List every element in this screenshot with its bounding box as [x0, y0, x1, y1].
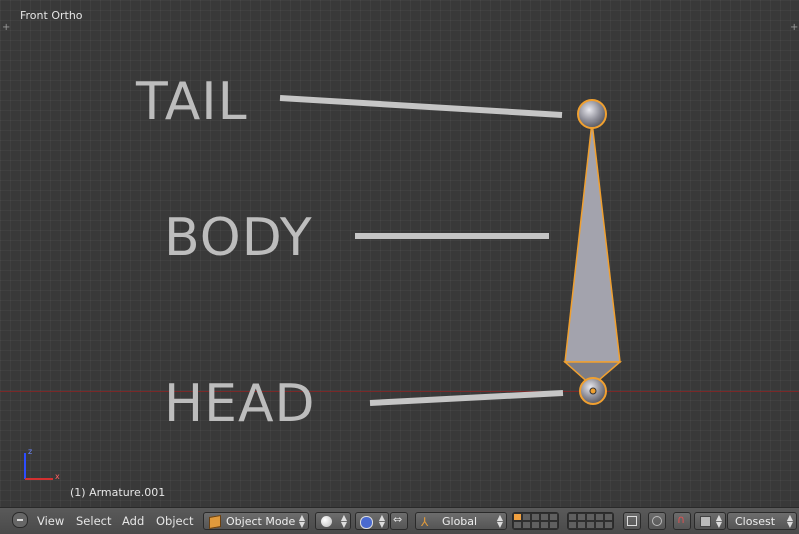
magnet-icon: ∩	[677, 513, 686, 526]
cube-snap-icon	[700, 516, 711, 527]
gizmo-x-label: x	[55, 472, 60, 481]
mode-dropdown[interactable]: Object Mode ▲ ▼	[203, 512, 309, 530]
menu-object[interactable]: Object	[156, 514, 193, 528]
move-arrows-icon: ⇔	[393, 513, 403, 526]
menu-view[interactable]: View	[37, 514, 64, 528]
snap-toggle-button[interactable]: ∩	[673, 512, 691, 530]
updown-arrows-icon: ▲ ▼	[715, 513, 722, 529]
updown-arrows-icon: ▲ ▼	[298, 513, 305, 529]
manipulator-toggle-button[interactable]: ⇔	[390, 512, 408, 530]
snap-target-label: Closest	[735, 515, 776, 528]
layer-button[interactable]	[549, 513, 558, 521]
layer-button[interactable]	[577, 521, 586, 529]
transform-orientation-dropdown[interactable]: ⅄ Global ▲ ▼	[415, 512, 507, 530]
camera-icon	[627, 516, 637, 526]
layer-button[interactable]	[549, 521, 558, 529]
layer-button[interactable]	[513, 513, 522, 521]
bone-tail-sphere	[577, 99, 607, 129]
armature-drawing	[279, 95, 623, 406]
updown-arrows-icon: ▲ ▼	[378, 513, 385, 529]
layer-button[interactable]	[522, 521, 531, 529]
layer-button[interactable]	[586, 513, 595, 521]
bone-origin-dot	[589, 387, 597, 395]
layer-buttons-1[interactable]	[512, 512, 559, 530]
render-preview-button[interactable]	[623, 512, 641, 530]
layer-button[interactable]	[522, 513, 531, 521]
proportional-edit-button[interactable]	[648, 512, 666, 530]
layer-button[interactable]	[568, 513, 577, 521]
snap-element-dropdown[interactable]: ▲ ▼	[694, 512, 726, 530]
axes-icon: ⅄	[421, 515, 429, 529]
layer-button[interactable]	[586, 521, 595, 529]
viewport-header: View Select Add Object Object Mode ▲ ▼ ▲ ▼…	[0, 507, 799, 534]
layer-button[interactable]	[595, 513, 604, 521]
updown-arrows-icon: ▲ ▼	[340, 513, 347, 529]
updown-arrows-icon: ▲ ▼	[496, 513, 503, 529]
layer-button[interactable]	[595, 521, 604, 529]
orientation-label: Global	[442, 515, 478, 528]
layer-buttons-2[interactable]	[567, 512, 614, 530]
solid-sphere-icon	[321, 516, 332, 527]
bone-body	[564, 121, 621, 363]
snap-target-dropdown[interactable]: Closest ▲ ▼	[727, 512, 797, 530]
pivot-point-dropdown[interactable]: ▲ ▼	[355, 512, 389, 530]
pointer-line-tail	[279, 95, 563, 118]
cube-icon	[209, 514, 221, 530]
gizmo-z-label: z	[28, 447, 32, 456]
bone[interactable]	[563, 99, 623, 405]
menu-select[interactable]: Select	[76, 514, 111, 528]
layer-button[interactable]	[531, 513, 540, 521]
updown-arrows-icon: ▲ ▼	[786, 513, 793, 529]
3d-viewport[interactable]: + + Front Ortho TAIL BODY HEAD z x (1) A…	[0, 0, 799, 507]
layer-button[interactable]	[604, 521, 613, 529]
pointer-line-head	[369, 390, 564, 406]
object-info: (1) Armature.001	[70, 486, 166, 499]
layer-button[interactable]	[531, 521, 540, 529]
dash-icon	[17, 519, 23, 521]
viewport-shading-dropdown[interactable]: ▲ ▼	[315, 512, 351, 530]
pivot-icon	[360, 516, 373, 529]
layer-button[interactable]	[540, 521, 549, 529]
layer-button[interactable]	[604, 513, 613, 521]
layer-button[interactable]	[577, 513, 586, 521]
mode-label: Object Mode	[226, 515, 296, 528]
menu-add[interactable]: Add	[122, 514, 144, 528]
editor-type-menu[interactable]	[12, 512, 28, 528]
layer-button[interactable]	[568, 521, 577, 529]
axis-gizmo: z x	[24, 447, 60, 481]
layer-button[interactable]	[540, 513, 549, 521]
layer-button[interactable]	[513, 521, 522, 529]
target-circle-icon	[652, 516, 662, 526]
